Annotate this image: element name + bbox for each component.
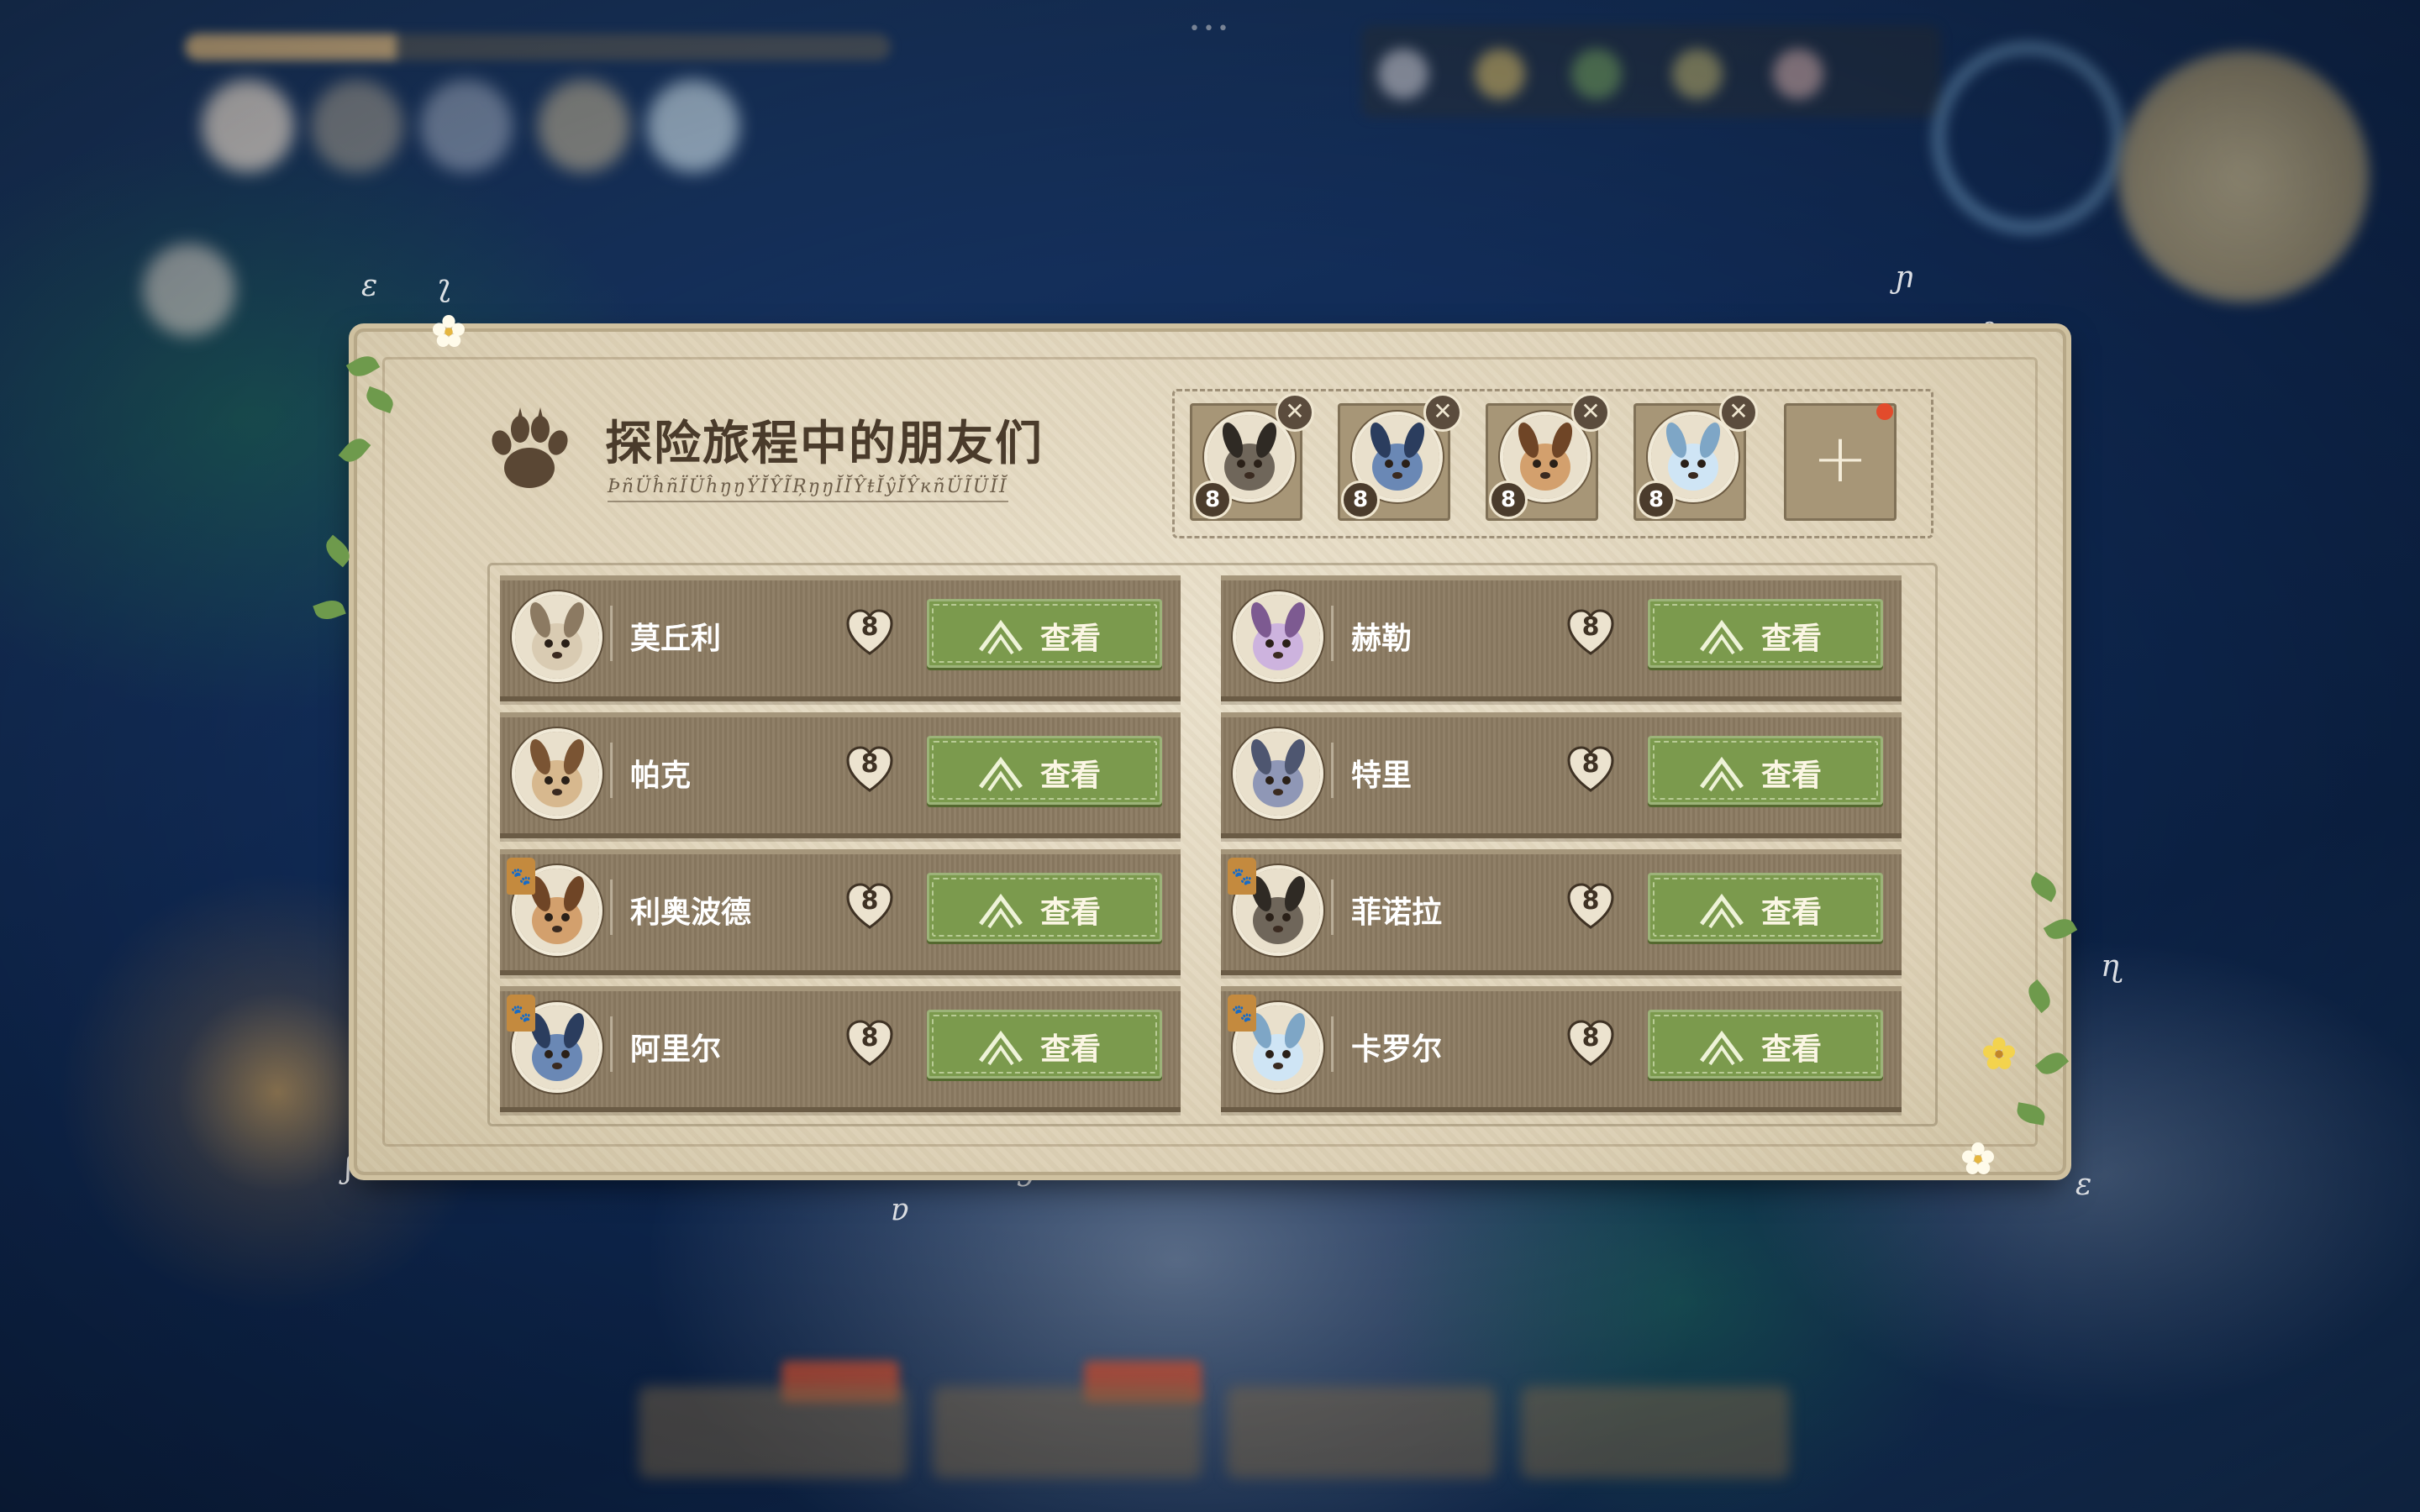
chevron-up-icon xyxy=(979,756,1023,792)
chevron-up-icon xyxy=(1700,619,1744,655)
divider xyxy=(610,743,613,798)
divider xyxy=(1331,606,1334,661)
view-friend-button[interactable]: 查看 xyxy=(927,873,1162,942)
party-slot[interactable]: 8 ✕ xyxy=(1190,393,1314,521)
notification-dot xyxy=(1876,403,1893,420)
rune-decoration: ʃ xyxy=(345,1151,353,1185)
friend-name: 莫丘利 xyxy=(630,622,722,656)
flower-icon xyxy=(1962,1142,1994,1174)
chevron-up-icon xyxy=(979,1030,1023,1066)
party-lineup: 8 ✕ 8 ✕ 8 ✕ 8 ✕ + xyxy=(1172,389,1933,538)
divider xyxy=(610,1016,613,1072)
view-button-label: 查看 xyxy=(1040,895,1102,930)
party-level-badge: 8 xyxy=(1637,480,1676,519)
view-friend-button[interactable]: 查看 xyxy=(927,599,1162,668)
view-button-label: 查看 xyxy=(1040,622,1102,656)
friend-name: 卡罗尔 xyxy=(1351,1032,1443,1067)
friend-name: 赫勒 xyxy=(1351,622,1413,656)
party-slot[interactable]: 8 ✕ xyxy=(1486,393,1610,521)
rune-decoration: ɲ xyxy=(1895,260,1915,295)
view-friend-button[interactable]: 查看 xyxy=(927,736,1162,805)
friend-row: 赫勒 8 查看 xyxy=(1221,575,1902,701)
chevron-up-icon xyxy=(979,893,1023,929)
friend-name: 菲诺拉 xyxy=(1351,895,1443,930)
leaf-decoration xyxy=(363,386,397,414)
affinity-level: 8 xyxy=(1581,612,1600,642)
affinity-level: 8 xyxy=(860,612,879,642)
friend-row: 🐾 阿里尔 8 查看 xyxy=(500,986,1181,1112)
divider xyxy=(1331,743,1334,798)
bear-portrait-icon[interactable] xyxy=(1233,728,1323,819)
friend-row: 🐾 卡罗尔 8 查看 xyxy=(1221,986,1902,1112)
friend-row: 🐾 菲诺拉 8 查看 xyxy=(1221,849,1902,975)
party-slot[interactable]: 8 ✕ xyxy=(1338,393,1462,521)
in-party-paw-badge-icon: 🐾 xyxy=(1228,858,1256,895)
view-button-label: 查看 xyxy=(1761,895,1823,930)
chevron-up-icon xyxy=(1700,893,1744,929)
page-title: 探险旅程中的朋友们 xyxy=(605,417,1044,471)
affinity-level: 8 xyxy=(1581,1023,1600,1053)
close-icon[interactable]: ✕ xyxy=(1719,393,1758,432)
friend-name: 帕克 xyxy=(630,759,692,793)
view-button-label: 查看 xyxy=(1761,1032,1823,1067)
in-party-paw-badge-icon: 🐾 xyxy=(507,858,535,895)
affinity-level: 8 xyxy=(1581,886,1600,916)
party-slot[interactable]: 8 ✕ xyxy=(1634,393,1758,521)
chevron-up-icon xyxy=(979,619,1023,655)
close-icon[interactable]: ✕ xyxy=(1276,393,1314,432)
friends-grid: 莫丘利 8 查看 赫勒 8 查看 帕克 8 查看 特里 8 查看 🐾 利奥波德 8 查看 🐾 菲诺拉 8 查看 🐾 阿里尔… xyxy=(487,563,1938,1126)
in-party-paw-badge-icon: 🐾 xyxy=(507,995,535,1032)
divider xyxy=(1331,1016,1334,1072)
divider xyxy=(1331,879,1334,935)
party-level-badge: 8 xyxy=(1489,480,1528,519)
divider xyxy=(610,879,613,935)
page-subtitle-runes: ÞñÜĥñÏÜĥŋŋŸĬŶĨŖŋŋĬĬŶŧĬŷĬŶĸñÜĨÜĬĬ xyxy=(608,476,1008,502)
close-icon[interactable]: ✕ xyxy=(1571,393,1610,432)
view-friend-button[interactable]: 查看 xyxy=(1648,1010,1883,1079)
view-button-label: 查看 xyxy=(1040,759,1102,793)
leaf-decoration xyxy=(2026,871,2061,903)
chevron-up-icon xyxy=(1700,1030,1744,1066)
view-button-label: 查看 xyxy=(1761,759,1823,793)
view-friend-button[interactable]: 查看 xyxy=(1648,599,1883,668)
friend-row: 莫丘利 8 查看 xyxy=(500,575,1181,701)
friend-name: 特里 xyxy=(1351,759,1413,793)
sheep-portrait-icon[interactable] xyxy=(1233,591,1323,682)
leaf-decoration xyxy=(2015,1102,2047,1126)
flower-icon xyxy=(433,315,465,347)
chevron-up-icon xyxy=(1700,756,1744,792)
friend-row: 🐾 利奥波德 8 查看 xyxy=(500,849,1181,975)
friend-row: 特里 8 查看 xyxy=(1221,712,1902,838)
affinity-level: 8 xyxy=(860,886,879,916)
friends-panel: 探险旅程中的朋友们 ÞñÜĥñÏÜĥŋŋŸĬŶĨŖŋŋĬĬŶŧĬŷĬŶĸñÜĨÜ… xyxy=(313,315,2078,1174)
close-icon[interactable]: ✕ xyxy=(1423,393,1462,432)
paw-icon xyxy=(492,407,568,488)
rabbit-portrait-icon[interactable] xyxy=(512,591,602,682)
view-friend-button[interactable]: 查看 xyxy=(1648,873,1883,942)
rune-decoration: ɐ xyxy=(891,1193,909,1227)
affinity-level: 8 xyxy=(860,1023,879,1053)
in-party-paw-badge-icon: 🐾 xyxy=(1228,995,1256,1032)
deer-portrait-icon[interactable] xyxy=(512,728,602,819)
view-button-label: 查看 xyxy=(1761,622,1823,656)
rune-decoration: ʅ xyxy=(437,269,452,303)
rune-decoration: ɛ xyxy=(361,269,378,303)
add-party-member-button[interactable]: + xyxy=(1784,403,1897,521)
flower-icon xyxy=(1983,1037,2015,1069)
party-level-badge: 8 xyxy=(1193,480,1232,519)
friend-name: 利奥波德 xyxy=(630,895,752,930)
view-button-label: 查看 xyxy=(1040,1032,1102,1067)
view-friend-button[interactable]: 查看 xyxy=(927,1010,1162,1079)
affinity-level: 8 xyxy=(1581,749,1600,779)
friend-name: 阿里尔 xyxy=(630,1032,722,1067)
leaf-decoration xyxy=(2023,979,2056,1014)
rune-decoration: ɛ xyxy=(2075,1168,2092,1202)
rune-decoration: ɳ xyxy=(2101,949,2122,984)
party-level-badge: 8 xyxy=(1341,480,1380,519)
plus-icon: + xyxy=(1812,419,1869,497)
affinity-level: 8 xyxy=(860,749,879,779)
friend-row: 帕克 8 查看 xyxy=(500,712,1181,838)
view-friend-button[interactable]: 查看 xyxy=(1648,736,1883,805)
divider xyxy=(610,606,613,661)
